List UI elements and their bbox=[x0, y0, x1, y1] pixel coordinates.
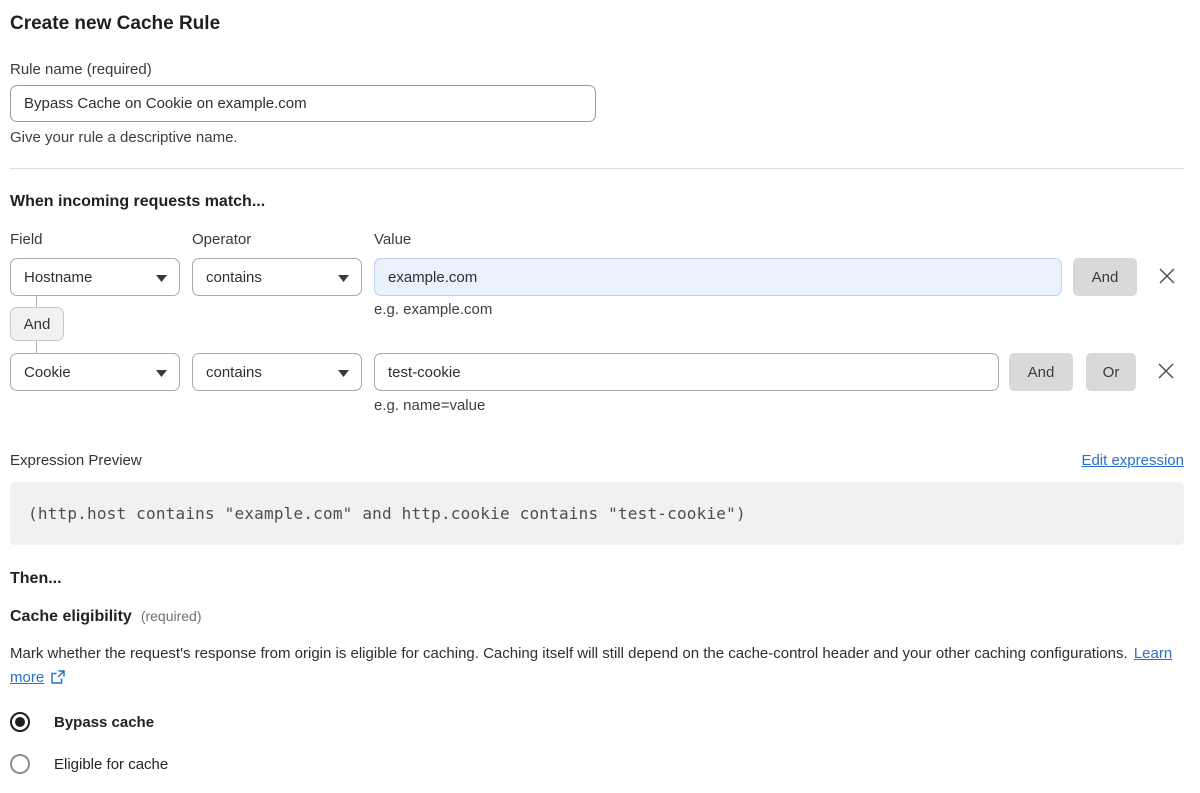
add-and-condition-button[interactable]: And bbox=[1073, 258, 1137, 296]
operator-select-value: contains bbox=[206, 268, 262, 286]
expression-preview-code: (http.host contains "example.com" and ht… bbox=[10, 482, 1184, 545]
chevron-down-icon bbox=[156, 364, 167, 381]
radio-unselected-icon bbox=[10, 754, 30, 774]
expression-preview-header: Expression Preview Edit expression bbox=[10, 452, 1184, 469]
condition-connector-zone: And e.g. example.com bbox=[10, 296, 1184, 353]
radio-option-label: Eligible for cache bbox=[54, 755, 169, 773]
operator-column-label: Operator bbox=[192, 231, 252, 248]
condition-row: Hostname contains And bbox=[10, 258, 1184, 296]
value-input[interactable] bbox=[374, 353, 999, 391]
field-select-value: Cookie bbox=[24, 363, 71, 381]
radio-option-eligible-for-cache[interactable]: Eligible for cache bbox=[10, 754, 168, 774]
connector-line bbox=[36, 341, 37, 353]
operator-select-value: contains bbox=[206, 363, 262, 381]
field-column-label: Field bbox=[10, 231, 43, 248]
operator-select[interactable]: contains bbox=[192, 258, 362, 296]
close-icon bbox=[1157, 266, 1177, 289]
chevron-down-icon bbox=[338, 364, 349, 381]
add-and-condition-button[interactable]: And bbox=[1009, 353, 1073, 391]
value-hint: e.g. example.com bbox=[374, 301, 493, 318]
description-text: Mark whether the request's response from… bbox=[10, 645, 1128, 662]
section-divider bbox=[10, 168, 1184, 169]
create-cache-rule-page: Create new Cache Rule Rule name (require… bbox=[10, 12, 1184, 774]
chevron-down-icon bbox=[338, 269, 349, 286]
match-heading: When incoming requests match... bbox=[10, 193, 266, 210]
then-heading: Then... bbox=[10, 570, 62, 587]
remove-condition-button[interactable] bbox=[1153, 353, 1179, 391]
remove-condition-button[interactable] bbox=[1154, 258, 1180, 296]
field-select[interactable]: Hostname bbox=[10, 258, 180, 296]
radio-option-bypass-cache[interactable]: Bypass cache bbox=[10, 712, 154, 732]
external-link-icon bbox=[50, 669, 66, 686]
connector-line bbox=[36, 296, 37, 307]
cache-eligibility-heading: Cache eligibility (required) bbox=[10, 608, 1184, 626]
value-input[interactable] bbox=[374, 258, 1062, 296]
field-select-value: Hostname bbox=[24, 268, 93, 286]
cache-eligibility-title: Cache eligibility bbox=[10, 608, 132, 625]
value-hint: e.g. name=value bbox=[374, 397, 486, 414]
operator-select[interactable]: contains bbox=[192, 353, 362, 391]
radio-selected-icon bbox=[10, 712, 30, 732]
rule-name-input[interactable] bbox=[10, 85, 596, 122]
rule-name-help: Give your rule a descriptive name. bbox=[10, 129, 238, 146]
condition-row: Cookie contains And Or bbox=[10, 353, 1184, 391]
condition-column-headers: Field Operator Value bbox=[10, 231, 1184, 248]
required-note: (required) bbox=[140, 608, 202, 624]
value-column-label: Value bbox=[374, 231, 412, 248]
add-or-condition-button[interactable]: Or bbox=[1086, 353, 1136, 391]
page-title: Create new Cache Rule bbox=[10, 13, 221, 34]
cache-eligibility-description: Mark whether the request's response from… bbox=[10, 642, 1175, 690]
and-connector-badge: And bbox=[10, 307, 64, 341]
rule-name-label: Rule name (required) bbox=[10, 61, 152, 78]
field-select[interactable]: Cookie bbox=[10, 353, 180, 391]
close-icon bbox=[1156, 361, 1176, 384]
edit-expression-link[interactable]: Edit expression bbox=[1081, 452, 1184, 469]
radio-option-label: Bypass cache bbox=[54, 713, 155, 731]
chevron-down-icon bbox=[156, 269, 167, 286]
expression-preview-label: Expression Preview bbox=[10, 452, 142, 469]
